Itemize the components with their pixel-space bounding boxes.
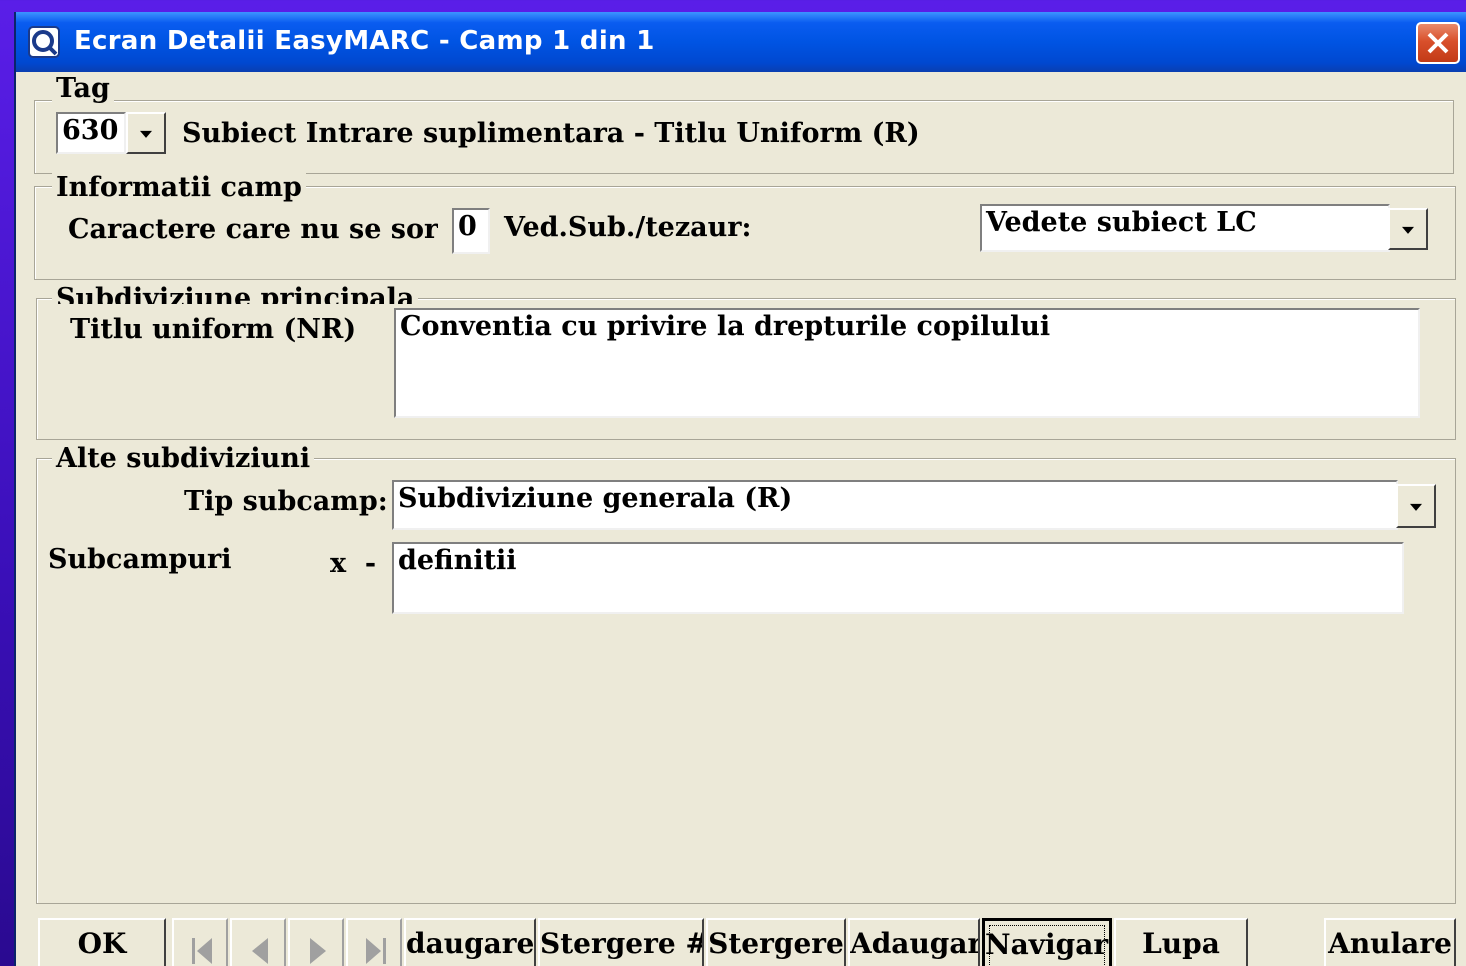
delete-hash-button[interactable]: Stergere # — [538, 918, 704, 966]
previous-icon — [252, 938, 268, 964]
subfield-code: x - — [330, 548, 377, 579]
chevron-down-icon — [1402, 226, 1414, 234]
uniform-title-textarea[interactable]: Conventia cu privire la drepturile copil… — [394, 308, 1420, 418]
tag-dropdown-button[interactable] — [126, 112, 166, 154]
thesaurus-select[interactable]: Vedete subiect LC — [980, 204, 1390, 252]
subfield-value-textarea[interactable]: definitii — [392, 542, 1404, 614]
next-icon — [310, 938, 326, 964]
tag-description: Subiect Intrare suplimentara - Titlu Uni… — [182, 118, 920, 149]
chevron-down-icon — [1410, 503, 1422, 511]
add-field-button[interactable]: Adaugare — [848, 918, 980, 966]
dialog-window: Ecran Detalii EasyMARC - Camp 1 din 1 Ta… — [14, 12, 1466, 966]
last-icon — [366, 938, 386, 964]
previous-record-button[interactable] — [230, 918, 286, 966]
app-search-icon — [28, 26, 60, 58]
ok-button[interactable]: OK — [38, 918, 166, 966]
other-subdivisions-legend: Alte subdiviziuni — [52, 444, 315, 474]
first-icon — [192, 938, 212, 964]
main-subdivision-legend: Subdiviziune principala — [52, 284, 419, 304]
next-record-button[interactable] — [288, 918, 344, 966]
subfield-type-select[interactable]: Subdiviziune generala (R) — [392, 480, 1398, 530]
add-button[interactable]: daugare — [404, 918, 536, 966]
uniform-title-label: Titlu uniform (NR) — [70, 314, 357, 345]
window-title: Ecran Detalii EasyMARC - Camp 1 din 1 — [74, 26, 655, 56]
tag-select[interactable]: 630 — [56, 112, 126, 154]
nonsort-input[interactable]: 0 — [452, 208, 490, 254]
field-info-legend: Informatii camp — [52, 173, 306, 203]
cancel-button[interactable]: Anulare — [1324, 918, 1456, 966]
first-record-button[interactable] — [172, 918, 228, 966]
navigate-button[interactable]: Navigare — [982, 918, 1112, 966]
thesaurus-label: Ved.Sub./tezaur: — [504, 212, 752, 243]
subfield-type-dropdown-button[interactable] — [1396, 484, 1436, 528]
lupa-button[interactable]: Lupa — [1114, 918, 1248, 966]
subfields-label: Subcampuri — [48, 544, 232, 575]
thesaurus-dropdown-button[interactable] — [1388, 208, 1428, 250]
delete-button[interactable]: Stergere — [706, 918, 846, 966]
subfield-type-label: Tip subcamp: — [184, 486, 388, 517]
chevron-down-icon — [140, 130, 152, 138]
close-icon — [1427, 32, 1449, 54]
close-button[interactable] — [1416, 22, 1460, 64]
title-bar[interactable]: Ecran Detalii EasyMARC - Camp 1 din 1 — [16, 12, 1466, 72]
nonsort-label: Caractere care nu se sort — [68, 214, 438, 245]
last-record-button[interactable] — [346, 918, 402, 966]
tag-legend: Tag — [52, 74, 114, 104]
